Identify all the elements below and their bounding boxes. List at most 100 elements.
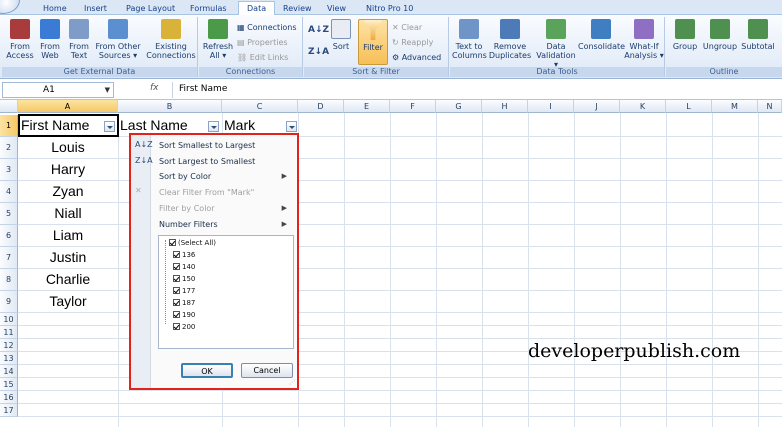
column-header-c[interactable]: C bbox=[222, 100, 298, 113]
column-header-b[interactable]: B bbox=[118, 100, 222, 113]
cell-a8[interactable]: Charlie bbox=[18, 271, 118, 287]
from-web-button[interactable]: From Web bbox=[36, 19, 64, 60]
row-header-17[interactable]: 17 bbox=[0, 404, 18, 417]
cell-a6[interactable]: Liam bbox=[18, 227, 118, 243]
cell-a9[interactable]: Taylor bbox=[18, 293, 118, 309]
tab-nitro[interactable]: Nitro Pro 10 bbox=[366, 2, 413, 15]
filter-option[interactable]: 177 bbox=[173, 287, 195, 295]
data-validation-button[interactable]: Data Validation ▾ bbox=[534, 19, 578, 69]
row-header-4[interactable]: 4 bbox=[0, 181, 18, 203]
properties-button[interactable]: ▤ Properties bbox=[237, 38, 288, 48]
cancel-button[interactable]: Cancel bbox=[241, 363, 293, 378]
column-header-h[interactable]: H bbox=[482, 100, 528, 113]
checkbox-icon[interactable] bbox=[173, 287, 180, 294]
consolidate-button[interactable]: Consolidate bbox=[578, 19, 625, 51]
menu-clear-filter[interactable]: Clear Filter From "Mark" bbox=[159, 188, 254, 197]
resize-grip-icon[interactable]: ⋰ bbox=[289, 379, 295, 386]
sort-za-button[interactable]: Z↓A bbox=[308, 47, 329, 57]
existing-connections-button[interactable]: Existing Connections bbox=[145, 19, 197, 60]
group-button[interactable]: Group bbox=[670, 19, 700, 51]
menu-filter-by-color[interactable]: Filter by Color ▶ bbox=[159, 204, 293, 213]
checkbox-icon[interactable] bbox=[173, 275, 180, 282]
column-header-a[interactable]: A bbox=[18, 100, 118, 113]
column-header-f[interactable]: F bbox=[390, 100, 436, 113]
cell-a7[interactable]: Justin bbox=[18, 249, 118, 265]
row-header-16[interactable]: 16 bbox=[0, 391, 18, 404]
column-header-j[interactable]: J bbox=[574, 100, 620, 113]
insert-function-icon[interactable]: fx bbox=[150, 83, 159, 93]
row-header-7[interactable]: 7 bbox=[0, 247, 18, 269]
filter-option[interactable]: 136 bbox=[173, 251, 195, 259]
edit-links-button[interactable]: ⛓ Edit Links bbox=[237, 53, 288, 63]
checkbox-icon[interactable] bbox=[173, 299, 180, 306]
filter-option[interactable]: 190 bbox=[173, 311, 195, 319]
row-header-8[interactable]: 8 bbox=[0, 269, 18, 291]
column-header-g[interactable]: G bbox=[436, 100, 482, 113]
name-box-dropdown-icon[interactable]: ▼ bbox=[105, 83, 110, 97]
column-header-m[interactable]: M bbox=[712, 100, 758, 113]
row-header-1[interactable]: 1 bbox=[0, 115, 18, 137]
clear-button[interactable]: ✕ Clear bbox=[392, 23, 422, 33]
select-all-corner[interactable] bbox=[0, 100, 18, 113]
checkbox-icon[interactable] bbox=[169, 239, 176, 246]
row-header-9[interactable]: 9 bbox=[0, 291, 18, 313]
remove-duplicates-button[interactable]: Remove Duplicates bbox=[488, 19, 532, 60]
filter-dropdown-c[interactable] bbox=[286, 121, 297, 132]
checkbox-icon[interactable] bbox=[173, 311, 180, 318]
column-header-d[interactable]: D bbox=[298, 100, 344, 113]
tab-review[interactable]: Review bbox=[283, 2, 312, 15]
checkbox-icon[interactable] bbox=[173, 251, 180, 258]
cell-a2[interactable]: Louis bbox=[18, 139, 118, 155]
column-header-i[interactable]: I bbox=[528, 100, 574, 113]
column-header-n[interactable]: N bbox=[758, 100, 782, 113]
tab-view[interactable]: View bbox=[327, 2, 346, 15]
text-to-columns-button[interactable]: Text to Columns bbox=[452, 19, 487, 60]
menu-sort-by-color[interactable]: Sort by Color ▶ bbox=[159, 172, 293, 181]
from-text-button[interactable]: From Text bbox=[65, 19, 93, 60]
filter-option-select-all[interactable]: (Select All) bbox=[169, 239, 216, 247]
office-button-icon[interactable] bbox=[0, 0, 20, 14]
filter-option[interactable]: 187 bbox=[173, 299, 195, 307]
what-if-analysis-button[interactable]: What-If Analysis ▾ bbox=[624, 19, 664, 60]
filter-option[interactable]: 140 bbox=[173, 263, 195, 271]
row-header-14[interactable]: 14 bbox=[0, 365, 18, 378]
menu-sort-smallest-to-largest[interactable]: Sort Smallest to Largest bbox=[159, 141, 255, 150]
formula-input[interactable]: First Name bbox=[172, 82, 778, 98]
tab-data[interactable]: Data bbox=[238, 1, 276, 16]
filter-option[interactable]: 150 bbox=[173, 275, 195, 283]
checkbox-icon[interactable] bbox=[173, 263, 180, 270]
refresh-all-button[interactable]: Refresh All ▾ bbox=[202, 19, 234, 60]
reapply-button[interactable]: ↻ Reapply bbox=[392, 38, 433, 48]
filter-option[interactable]: 200 bbox=[173, 323, 195, 331]
from-other-sources-button[interactable]: From Other Sources ▾ bbox=[94, 19, 142, 60]
column-header-l[interactable]: L bbox=[666, 100, 712, 113]
cell-a4[interactable]: Zyan bbox=[18, 183, 118, 199]
from-access-button[interactable]: From Access bbox=[5, 19, 35, 60]
row-header-11[interactable]: 11 bbox=[0, 326, 18, 339]
column-header-e[interactable]: E bbox=[344, 100, 390, 113]
ok-button[interactable]: OK bbox=[181, 363, 233, 378]
row-header-6[interactable]: 6 bbox=[0, 225, 18, 247]
tab-formulas[interactable]: Formulas bbox=[190, 2, 227, 15]
row-header-2[interactable]: 2 bbox=[0, 137, 18, 159]
advanced-button[interactable]: ⚙ Advanced bbox=[392, 53, 441, 63]
column-header-k[interactable]: K bbox=[620, 100, 666, 113]
row-header-5[interactable]: 5 bbox=[0, 203, 18, 225]
filter-dropdown-a[interactable] bbox=[104, 121, 115, 132]
connections-button[interactable]: ▦ Connections bbox=[237, 23, 297, 33]
cell-a5[interactable]: Niall bbox=[18, 205, 118, 221]
checkbox-icon[interactable] bbox=[173, 323, 180, 330]
row-header-10[interactable]: 10 bbox=[0, 313, 18, 326]
subtotal-button[interactable]: Subtotal bbox=[739, 19, 777, 51]
cell-a3[interactable]: Harry bbox=[18, 161, 118, 177]
cell-c1[interactable]: Mark bbox=[224, 117, 255, 133]
ungroup-button[interactable]: Ungroup bbox=[702, 19, 738, 51]
menu-sort-largest-to-smallest[interactable]: Sort Largest to Smallest bbox=[159, 157, 255, 166]
filter-dropdown-b[interactable] bbox=[208, 121, 219, 132]
menu-number-filters[interactable]: Number Filters ▶ bbox=[159, 220, 293, 229]
row-header-12[interactable]: 12 bbox=[0, 339, 18, 352]
row-header-3[interactable]: 3 bbox=[0, 159, 18, 181]
sort-button[interactable]: Sort bbox=[328, 19, 354, 51]
tab-home[interactable]: Home bbox=[43, 2, 67, 15]
name-box[interactable]: A1 ▼ bbox=[2, 82, 114, 98]
